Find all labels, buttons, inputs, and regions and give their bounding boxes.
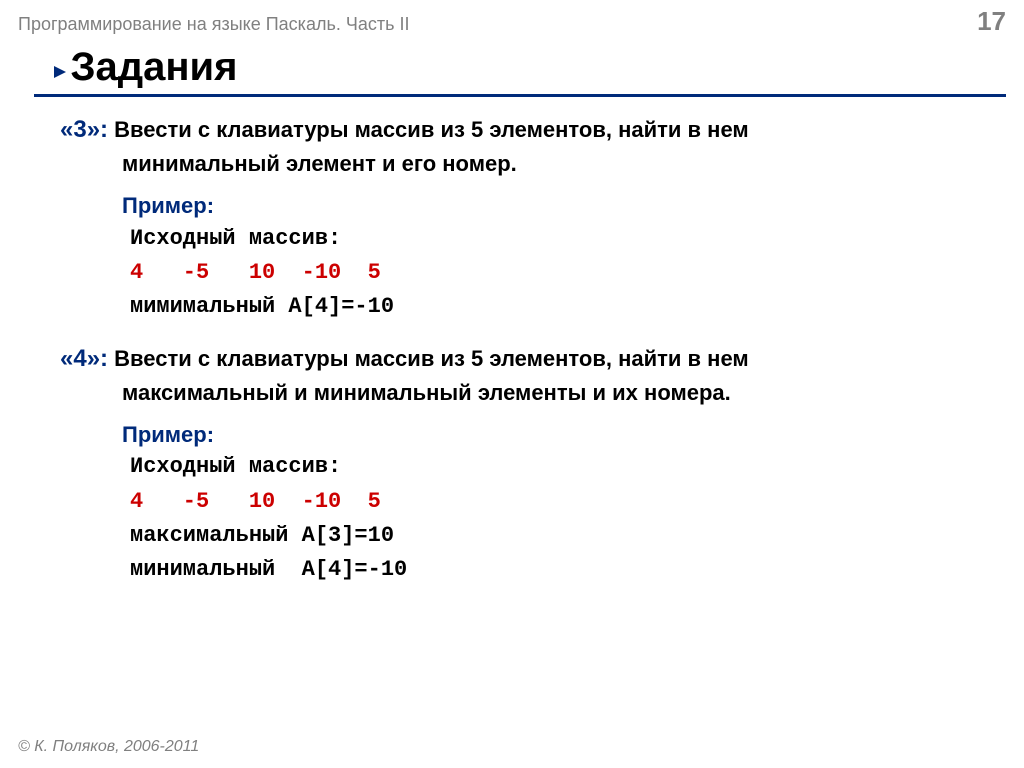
task4-result-min: минимальный A[4]=-10	[130, 553, 984, 587]
task3-text-line2: минимальный элемент и его номер.	[122, 148, 984, 180]
task4-text-line1: Ввести с клавиатуры массив из 5 элементо…	[108, 346, 749, 371]
task3-source-label: Исходный массив:	[130, 222, 984, 256]
page-number: 17	[977, 6, 1006, 37]
top-bar: Программирование на языке Паскаль. Часть…	[0, 0, 1024, 41]
task3-result: мимимальный A[4]=-10	[130, 290, 984, 324]
task3-array: 4 -5 10 -10 5	[130, 256, 984, 290]
task3-head: «3»: Ввести с клавиатуры массив из 5 эле…	[60, 113, 984, 148]
page-title: Задания	[70, 45, 237, 89]
task4-text-line2: максимальный и минимальный элементы и их…	[122, 377, 984, 409]
task3-text-line1: Ввести с клавиатуры массив из 5 элементо…	[108, 117, 749, 142]
course-title: Программирование на языке Паскаль. Часть…	[18, 14, 409, 35]
task3-example-label: Пример:	[122, 190, 984, 222]
task4-head: «4»: Ввести с клавиатуры массив из 5 эле…	[60, 342, 984, 377]
task4-number: «4»:	[60, 345, 108, 372]
triangle-icon	[54, 66, 66, 78]
task4-example-label: Пример:	[122, 419, 984, 451]
task4-array: 4 -5 10 -10 5	[130, 485, 984, 519]
footer-copyright: © К. Поляков, 2006-2011	[18, 738, 199, 756]
task4-result-max: максимальный A[3]=10	[130, 519, 984, 553]
task4-source-label: Исходный массив:	[130, 450, 984, 484]
content: «3»: Ввести с клавиатуры массив из 5 эле…	[0, 97, 1024, 587]
task3-number: «3»:	[60, 116, 108, 143]
title-block: Задания	[0, 45, 1024, 90]
